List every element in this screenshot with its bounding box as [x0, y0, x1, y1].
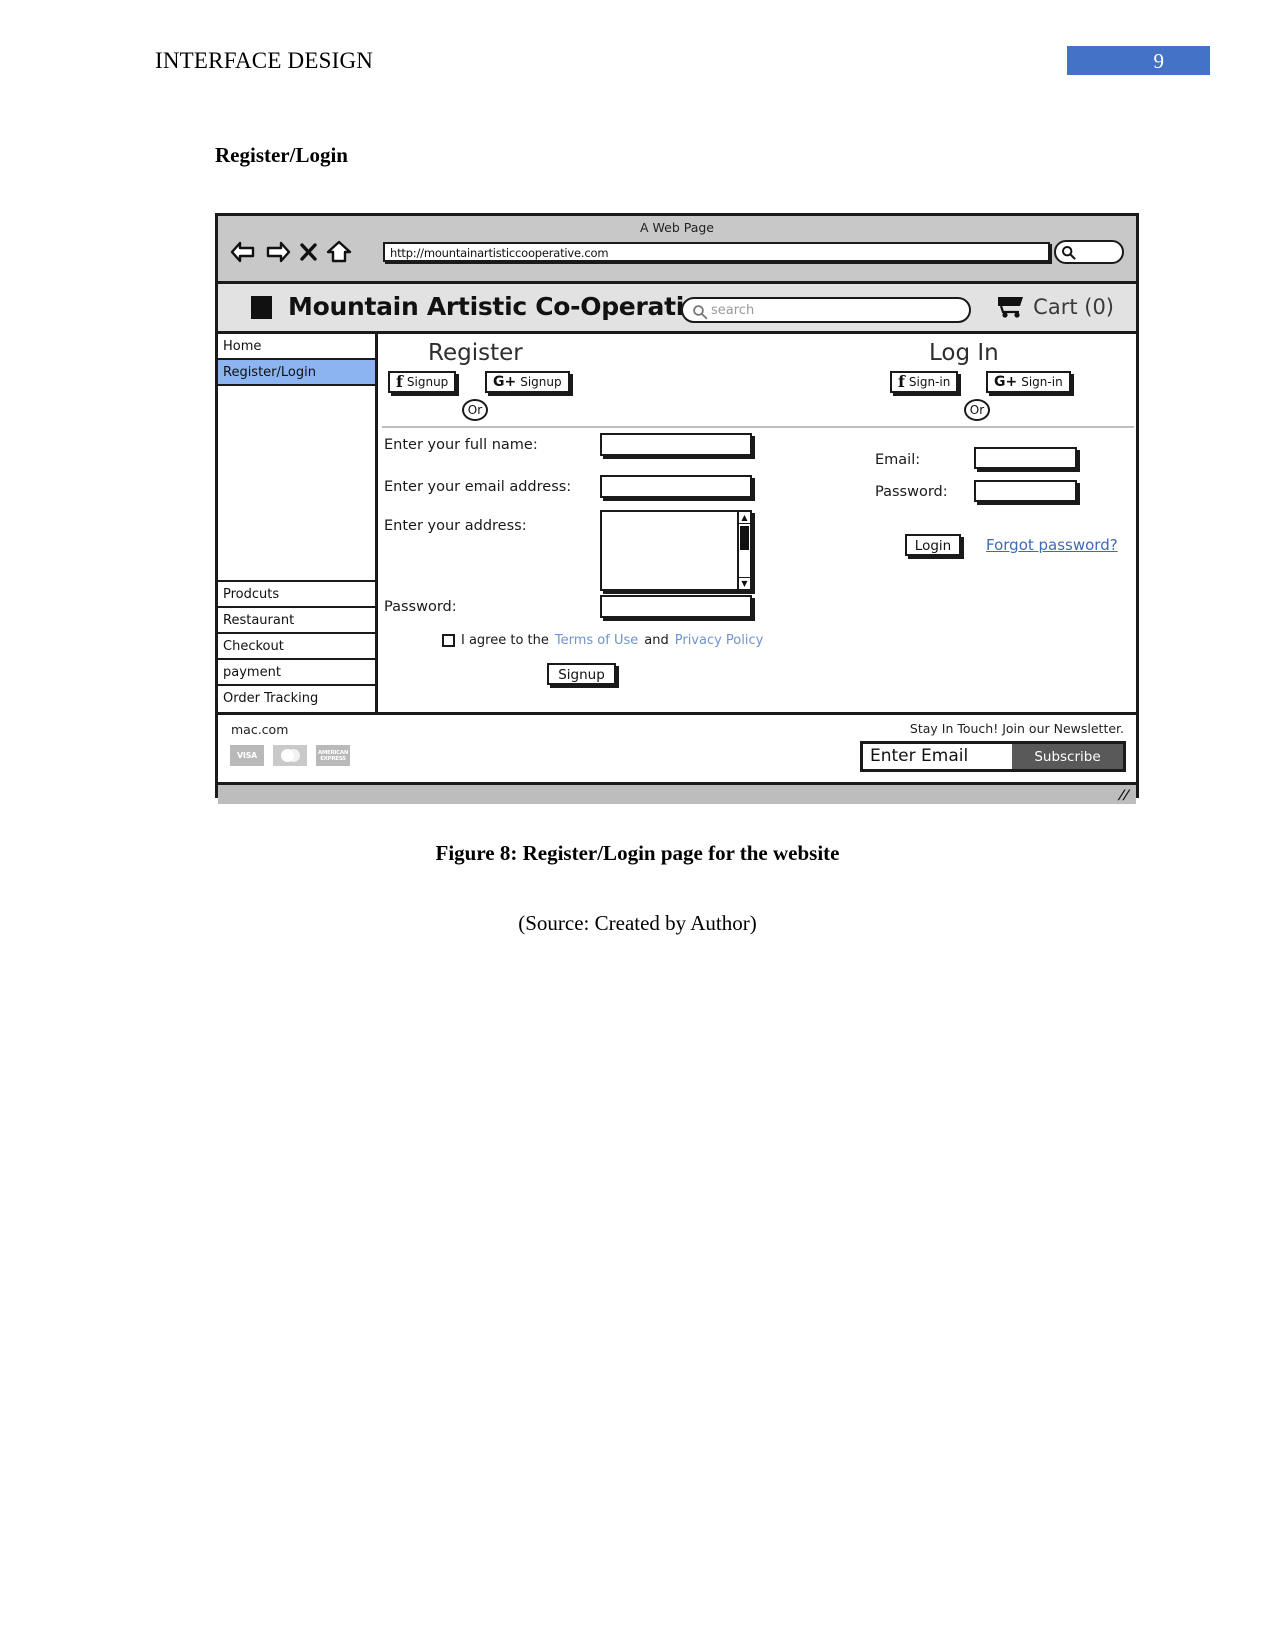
figure-source: (Source: Created by Author)	[518, 911, 757, 935]
address-textarea[interactable]: ▲ ▼	[600, 510, 752, 591]
document-header: INTERFACE DESIGN 9	[0, 46, 1275, 92]
login-google-signin-button[interactable]: G+ Sign-in	[986, 371, 1071, 393]
page-number: 9	[1153, 49, 1165, 73]
email-label: Enter your email address:	[384, 479, 572, 495]
browser-chrome: A Web Page http://mountainartisticcooper…	[218, 216, 1136, 284]
sidebar-item-register-login[interactable]: Register/Login	[218, 360, 375, 386]
footer-brand: mac.com	[231, 722, 289, 737]
main-content: Register Log In f Signup G+ Signup Or f …	[378, 334, 1136, 712]
login-title: Log In	[929, 340, 999, 366]
subscribe-button[interactable]: Subscribe	[1012, 744, 1123, 769]
home-icon[interactable]	[326, 240, 352, 264]
browser-nav-icons	[230, 240, 352, 264]
scroll-down-icon[interactable]: ▼	[739, 577, 750, 589]
register-title: Register	[428, 340, 523, 366]
sidebar-item-prodcuts[interactable]: Prodcuts	[218, 582, 375, 608]
facebook-icon: f	[396, 372, 403, 391]
textarea-scrollbar[interactable]: ▲ ▼	[737, 512, 750, 589]
page-number-badge: 9	[1067, 46, 1210, 75]
browser-wireframe: A Web Page http://mountainartisticcooper…	[215, 213, 1139, 804]
login-button[interactable]: Login	[905, 534, 961, 556]
sidebar-item-payment[interactable]: payment	[218, 660, 375, 686]
register-or-badge: Or	[462, 399, 488, 421]
login-password-label: Password:	[875, 484, 948, 500]
site-search-placeholder: search	[711, 303, 755, 318]
address-label: Enter your address:	[384, 518, 527, 534]
fullname-label: Enter your full name:	[384, 437, 538, 453]
facebook-icon: f	[898, 372, 905, 391]
privacy-policy-link[interactable]: Privacy Policy	[675, 633, 764, 648]
sidebar-nav: Home Register/Login Prodcuts Restaurant …	[218, 334, 378, 712]
sidebar-item-order-tracking[interactable]: Order Tracking	[218, 686, 375, 712]
agree-middle: and	[644, 633, 669, 648]
window-title: A Web Page	[639, 220, 714, 235]
close-x-icon[interactable]	[300, 242, 317, 262]
site-footer: mac.com VISA AMERICAN EXPRESS Stay In To…	[218, 712, 1136, 782]
login-or-badge: Or	[964, 399, 990, 421]
square-logo-icon	[251, 296, 272, 319]
google-plus-icon: G+	[493, 374, 517, 390]
forward-arrow-icon[interactable]	[265, 241, 291, 263]
email-input[interactable]	[600, 475, 752, 498]
site-header: Mountain Artistic Co-Operative search Ca…	[218, 284, 1136, 334]
cart-label: Cart (0)	[1033, 295, 1114, 319]
register-google-label: Signup	[520, 375, 562, 389]
cart-button[interactable]: Cart (0)	[992, 294, 1114, 320]
page-body: Home Register/Login Prodcuts Restaurant …	[218, 334, 1136, 712]
sidebar-item-checkout[interactable]: Checkout	[218, 634, 375, 660]
window-resize-bar: //	[218, 782, 1136, 804]
scroll-up-icon[interactable]: ▲	[739, 512, 750, 524]
newsletter-text: Stay In Touch! Join our Newsletter.	[909, 721, 1124, 736]
section-heading: Register/Login	[215, 143, 348, 167]
register-facebook-signup-button[interactable]: f Signup	[388, 371, 457, 393]
terms-agree-row: I agree to the Terms of Use and Privacy …	[442, 633, 763, 648]
terms-checkbox[interactable]	[442, 634, 455, 647]
login-password-input[interactable]	[974, 480, 1077, 502]
register-signup-button[interactable]: Signup	[547, 663, 616, 685]
url-text: http://mountainartisticcooperative.com	[390, 246, 609, 260]
back-arrow-icon[interactable]	[230, 241, 256, 263]
agree-prefix: I agree to the	[461, 633, 549, 648]
register-facebook-label: Signup	[406, 375, 449, 389]
register-google-signup-button[interactable]: G+ Signup	[485, 371, 570, 393]
login-google-label: Sign-in	[1021, 375, 1063, 389]
section-divider	[382, 426, 1134, 428]
brand-name[interactable]: Mountain Artistic Co-Operative	[288, 292, 717, 321]
newsletter-email-input[interactable]: Enter Email	[863, 744, 1012, 769]
figure-caption: Figure 8: Register/Login page for the we…	[435, 841, 840, 865]
browser-search-box[interactable]	[1054, 240, 1124, 264]
payment-icons: VISA AMERICAN EXPRESS	[230, 745, 350, 766]
login-email-input[interactable]	[974, 447, 1077, 469]
resize-grip-icon[interactable]: //	[1116, 788, 1130, 803]
google-plus-icon: G+	[994, 374, 1018, 390]
fullname-input[interactable]	[600, 433, 752, 456]
scroll-thumb[interactable]	[740, 526, 749, 550]
running-head: INTERFACE DESIGN	[155, 48, 374, 73]
url-input[interactable]: http://mountainartisticcooperative.com	[383, 242, 1050, 262]
visa-icon: VISA	[230, 745, 264, 766]
amex-icon: AMERICAN EXPRESS	[316, 745, 350, 766]
login-facebook-signin-button[interactable]: f Sign-in	[890, 371, 959, 393]
search-icon	[1062, 246, 1076, 260]
sidebar-spacer	[218, 386, 375, 582]
shopping-cart-icon	[994, 297, 1024, 318]
newsletter-form: Enter Email Subscribe	[860, 741, 1126, 772]
mastercard-icon	[273, 745, 307, 766]
forgot-password-link[interactable]: Forgot password?	[986, 536, 1118, 554]
site-search-input[interactable]: search	[681, 297, 971, 323]
register-password-label: Password:	[384, 599, 457, 615]
terms-of-use-link[interactable]: Terms of Use	[555, 633, 638, 648]
login-facebook-label: Sign-in	[908, 375, 951, 389]
sidebar-item-home[interactable]: Home	[218, 334, 375, 360]
search-icon	[693, 305, 708, 320]
sidebar-item-restaurant[interactable]: Restaurant	[218, 608, 375, 634]
login-email-label: Email:	[875, 452, 921, 468]
register-password-input[interactable]	[600, 595, 752, 618]
